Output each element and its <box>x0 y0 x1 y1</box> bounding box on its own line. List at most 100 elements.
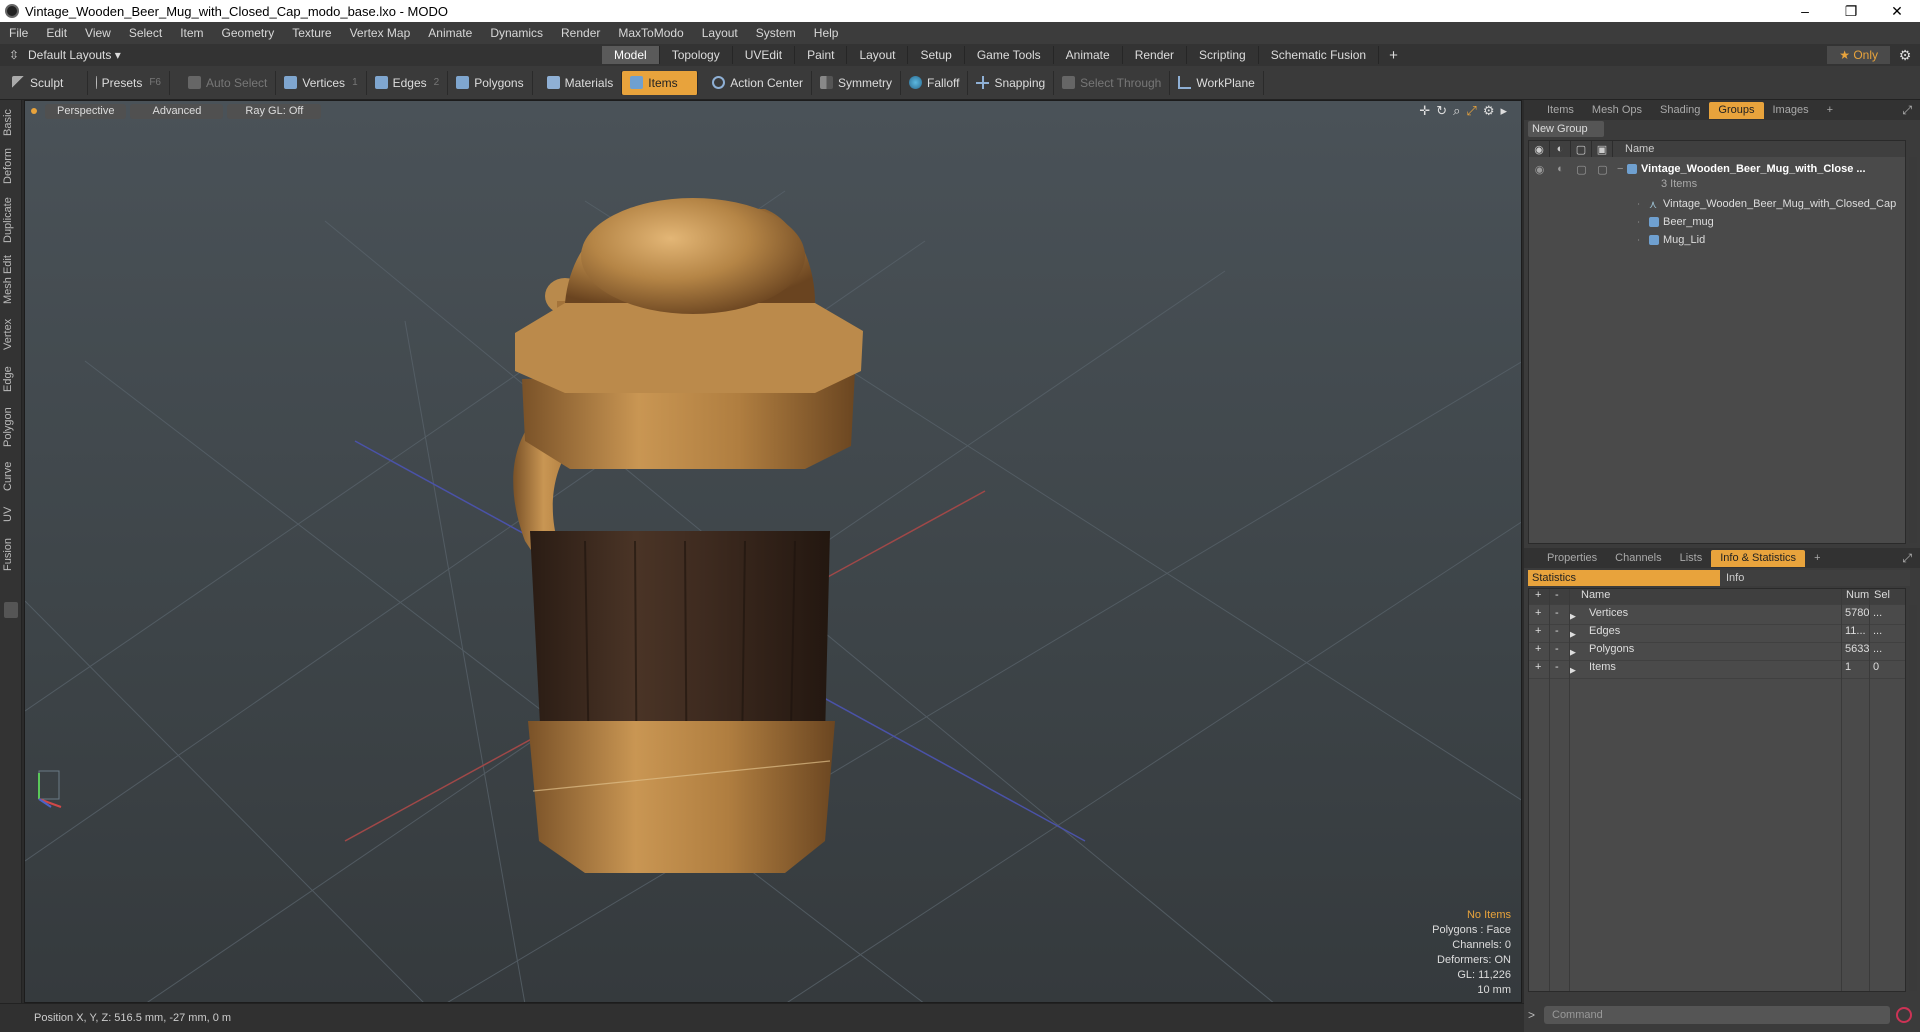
collapse-all-icon[interactable]: - <box>1555 589 1559 604</box>
pan-icon[interactable]: ✛ <box>1419 103 1430 119</box>
left-panel-toggle[interactable] <box>4 602 18 618</box>
row-expand-arrow-icon[interactable]: ▶ <box>1569 661 1576 678</box>
vtab-edge[interactable]: Edge <box>2 362 20 396</box>
fit-icon[interactable]: ⤢ <box>1466 103 1476 119</box>
rotate-icon[interactable]: ↻ <box>1436 103 1447 119</box>
auto-select-button[interactable]: Auto Select <box>180 70 277 95</box>
vertices-button[interactable]: Vertices 1 <box>276 70 367 95</box>
group-root-row[interactable]: ◉ ◐ ▢ ▢ − Vintage_Wooden_Beer_Mug_with_C… <box>1529 159 1905 179</box>
add-panel-tab[interactable]: + <box>1818 102 1842 119</box>
tab-uvedit[interactable]: UVEdit <box>733 46 796 64</box>
vtab-mesh-edit[interactable]: Mesh Edit <box>2 254 20 306</box>
tab-paint[interactable]: Paint <box>795 46 848 64</box>
minimize-button[interactable]: – <box>1782 0 1828 22</box>
group-child-row[interactable]: ∙ Beer_mug <box>1529 213 1905 231</box>
tab-setup[interactable]: Setup <box>908 46 965 64</box>
tab-mesh-ops[interactable]: Mesh Ops <box>1583 102 1651 119</box>
menu-system[interactable]: System <box>747 26 805 40</box>
tab-groups[interactable]: Groups <box>1709 101 1764 119</box>
tab-game-tools[interactable]: Game Tools <box>965 46 1054 64</box>
items-button[interactable]: Items <box>622 70 699 95</box>
menu-view[interactable]: View <box>76 26 120 40</box>
stats-row-items[interactable]: + - ▶ Items 1 0 <box>1529 661 1905 679</box>
root-collapse-icon[interactable]: − <box>1613 163 1627 175</box>
tab-schematic-fusion[interactable]: Schematic Fusion <box>1259 46 1380 64</box>
settings-gear-icon[interactable]: ⚙ <box>1890 47 1920 64</box>
menu-vertex-map[interactable]: Vertex Map <box>341 26 420 40</box>
stats-num-header[interactable]: Num <box>1841 589 1869 604</box>
command-stop-icon[interactable] <box>1896 1007 1912 1023</box>
tab-shading[interactable]: Shading <box>1651 102 1709 119</box>
menu-animate[interactable]: Animate <box>419 26 481 40</box>
root-render-icon[interactable]: ◐ <box>1550 163 1571 175</box>
zoom-icon[interactable]: ⌕ <box>1453 103 1460 119</box>
vtab-duplicate[interactable]: Duplicate <box>2 194 20 246</box>
vtab-deform[interactable]: Deform <box>2 146 20 186</box>
visibility-column-icon[interactable]: ◉ <box>1529 141 1550 157</box>
root-select-box[interactable]: ▢ <box>1592 163 1613 176</box>
panel-expand-icon[interactable]: ⤢ <box>1902 551 1912 566</box>
vtab-vertex[interactable]: Vertex <box>2 314 20 354</box>
add-tab-button[interactable]: + <box>1379 47 1408 64</box>
menu-file[interactable]: File <box>0 26 37 40</box>
menu-select[interactable]: Select <box>120 26 171 40</box>
tab-model[interactable]: Model <box>602 46 660 64</box>
stats-row-edges[interactable]: + - ▶ Edges 11... ... <box>1529 625 1905 643</box>
expand-all-icon[interactable]: + <box>1535 589 1541 604</box>
row-plus-icon[interactable]: + <box>1535 661 1541 678</box>
vtab-fusion[interactable]: Fusion <box>2 534 20 574</box>
sculpt-button[interactable]: Sculpt <box>4 70 88 95</box>
stats-scrollbar[interactable] <box>1909 605 1917 991</box>
panel-expand-icon[interactable]: ⤢ <box>1902 103 1912 118</box>
menu-help[interactable]: Help <box>805 26 848 40</box>
tab-scripting[interactable]: Scripting <box>1187 46 1259 64</box>
add-panel-tab[interactable]: + <box>1805 550 1829 567</box>
close-button[interactable]: ✕ <box>1874 0 1920 22</box>
render-column-icon[interactable]: ◐ <box>1550 141 1571 157</box>
select-column-icon[interactable]: ▣ <box>1592 141 1613 157</box>
vtab-polygon[interactable]: Polygon <box>2 404 20 450</box>
symmetry-button[interactable]: Symmetry <box>812 70 901 95</box>
maximize-button[interactable]: ❐ <box>1828 0 1874 22</box>
row-plus-icon[interactable]: + <box>1535 625 1541 642</box>
vtab-basic[interactable]: Basic <box>2 106 20 140</box>
row-plus-icon[interactable]: + <box>1535 607 1541 624</box>
row-plus-icon[interactable]: + <box>1535 643 1541 660</box>
action-center-button[interactable]: Action Center <box>704 70 812 95</box>
menu-edit[interactable]: Edit <box>37 26 76 40</box>
layout-dropdown[interactable]: Default Layouts ▾ <box>28 48 602 62</box>
viewport-settings-icon[interactable]: ⚙ <box>1483 103 1495 119</box>
viewport-menu-dot[interactable] <box>31 108 37 114</box>
vtab-curve[interactable]: Curve <box>2 458 20 494</box>
materials-button[interactable]: Materials <box>539 70 623 95</box>
snapping-button[interactable]: Snapping <box>968 70 1055 95</box>
menu-maxtomodo[interactable]: MaxToModo <box>609 26 692 40</box>
tab-items[interactable]: Items <box>1538 102 1583 119</box>
raygl-button[interactable]: Ray GL: Off <box>227 103 322 119</box>
row-minus-icon[interactable]: - <box>1555 661 1559 678</box>
tab-channels[interactable]: Channels <box>1606 550 1670 567</box>
menu-render[interactable]: Render <box>552 26 609 40</box>
lock-column-icon[interactable]: ▢ <box>1571 141 1592 157</box>
stats-name-header[interactable]: Name <box>1581 589 1610 604</box>
root-eye-icon[interactable]: ◉ <box>1529 163 1550 176</box>
select-through-button[interactable]: Select Through <box>1054 70 1171 95</box>
new-group-button[interactable]: New Group <box>1528 121 1604 137</box>
root-lock-box[interactable]: ▢ <box>1571 163 1592 176</box>
vtab-uv[interactable]: UV <box>2 502 20 526</box>
tab-layout[interactable]: Layout <box>847 46 909 64</box>
subtab-info[interactable]: Info <box>1720 570 1910 586</box>
stats-sel-header[interactable]: Sel <box>1869 589 1890 604</box>
menu-dynamics[interactable]: Dynamics <box>481 26 552 40</box>
command-input[interactable] <box>1544 1006 1890 1024</box>
3d-viewport[interactable]: Perspective Advanced Ray GL: Off ✛ ↻ ⌕ ⤢… <box>24 100 1522 1003</box>
menu-texture[interactable]: Texture <box>283 26 340 40</box>
tab-info-statistics[interactable]: Info & Statistics <box>1711 549 1806 567</box>
falloff-button[interactable]: Falloff <box>901 70 969 95</box>
advanced-button[interactable]: Advanced <box>130 103 224 119</box>
tab-topology[interactable]: Topology <box>660 46 733 64</box>
polygons-button[interactable]: Polygons <box>448 70 533 95</box>
layout-expand-icon[interactable]: ⇳ <box>0 48 28 62</box>
menu-item[interactable]: Item <box>171 26 212 40</box>
row-expand-arrow-icon[interactable]: ▶ <box>1569 607 1576 624</box>
